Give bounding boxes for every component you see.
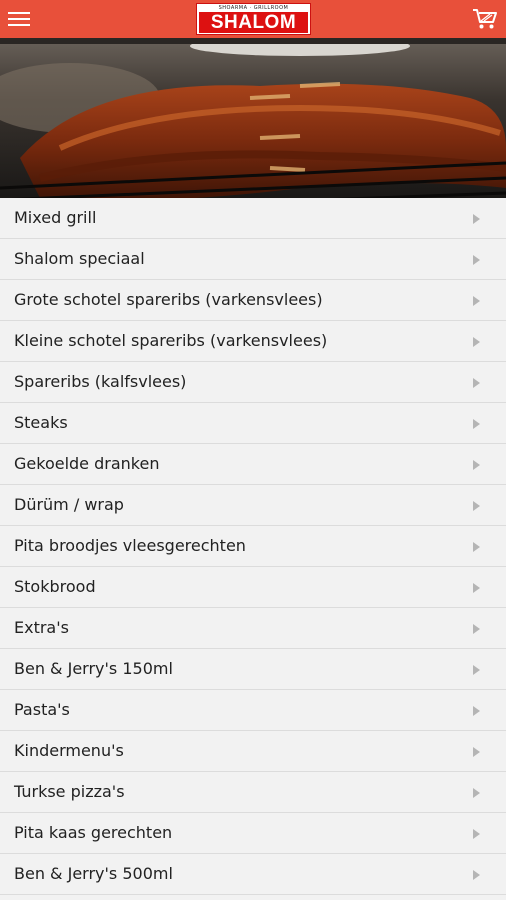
menu-category-label: Gekoelde dranken: [14, 454, 160, 473]
chevron-right-icon: [473, 296, 480, 306]
menu-category-label: Kindermenu's: [14, 741, 124, 760]
chevron-right-icon: [473, 501, 480, 511]
menu-category-item[interactable]: Extra's: [0, 608, 506, 649]
chevron-right-icon: [473, 583, 480, 593]
menu-category-label: Steaks: [14, 413, 68, 432]
menu-category-label: Kleine schotel spareribs (varkensvlees): [14, 331, 328, 350]
shopping-cart-icon[interactable]: [472, 7, 498, 31]
menu-category-item[interactable]: Ben & Jerry's 150ml: [0, 649, 506, 690]
menu-category-item[interactable]: Pita kaas gerechten: [0, 813, 506, 854]
chevron-right-icon: [473, 665, 480, 675]
menu-category-label: Ben & Jerry's 500ml: [14, 864, 173, 883]
chevron-right-icon: [473, 788, 480, 798]
menu-category-item[interactable]: Grote schotel spareribs (varkensvlees): [0, 280, 506, 321]
chevron-right-icon: [473, 337, 480, 347]
menu-category-item[interactable]: Turkse pizza's: [0, 772, 506, 813]
menu-category-label: Spareribs (kalfsvlees): [14, 372, 187, 391]
logo-name: SHALOM: [199, 12, 308, 33]
menu-category-label: Extra's: [14, 618, 69, 637]
chevron-right-icon: [473, 255, 480, 265]
menu-category-label: Turkse pizza's: [14, 782, 125, 801]
chevron-right-icon: [473, 747, 480, 757]
menu-category-item[interactable]: Kindermenu's: [0, 731, 506, 772]
chevron-right-icon: [473, 214, 480, 224]
menu-category-label: Mixed grill: [14, 208, 97, 227]
menu-category-item[interactable]: Pasta's: [0, 690, 506, 731]
chevron-right-icon: [473, 870, 480, 880]
menu-category-item[interactable]: Kleine schotel spareribs (varkensvlees): [0, 321, 506, 362]
menu-category-item[interactable]: Pita broodjes vleesgerechten: [0, 526, 506, 567]
menu-category-item[interactable]: Shalom speciaal: [0, 239, 506, 280]
menu-category-item[interactable]: Spareribs (kalfsvlees): [0, 362, 506, 403]
menu-category-item[interactable]: Mixed grill: [0, 198, 506, 239]
menu-category-label: Grote schotel spareribs (varkensvlees): [14, 290, 323, 309]
hero-food-image: [0, 38, 506, 214]
top-app-bar: SHOARMA · GRILLROOM SHALOM: [0, 0, 506, 38]
menu-category-item[interactable]: Gekoelde dranken: [0, 444, 506, 485]
menu-category-label: Pita kaas gerechten: [14, 823, 173, 842]
menu-category-label: Pasta's: [14, 700, 70, 719]
menu-category-item[interactable]: Ben & Jerry's 500ml: [0, 854, 506, 895]
menu-category-item[interactable]: Dürüm / wrap: [0, 485, 506, 526]
menu-category-label: Pita broodjes vleesgerechten: [14, 536, 246, 555]
menu-category-label: Dürüm / wrap: [14, 495, 124, 514]
menu-category-label: Stokbrood: [14, 577, 96, 596]
menu-category-label: Shalom speciaal: [14, 249, 145, 268]
menu-category-list: Mixed grill Shalom speciaal Grote schote…: [0, 198, 506, 900]
chevron-right-icon: [473, 542, 480, 552]
chevron-right-icon: [473, 460, 480, 470]
chevron-right-icon: [473, 378, 480, 388]
chevron-right-icon: [473, 419, 480, 429]
menu-category-item[interactable]: Stokbrood: [0, 567, 506, 608]
shalom-logo: SHOARMA · GRILLROOM SHALOM: [196, 3, 311, 35]
hamburger-menu-icon[interactable]: [8, 10, 30, 28]
chevron-right-icon: [473, 706, 480, 716]
chevron-right-icon: [473, 829, 480, 839]
chevron-right-icon: [473, 624, 480, 634]
menu-category-label: Ben & Jerry's 150ml: [14, 659, 173, 678]
logo-tagline: SHOARMA · GRILLROOM: [218, 5, 289, 11]
menu-category-item[interactable]: Steaks: [0, 403, 506, 444]
